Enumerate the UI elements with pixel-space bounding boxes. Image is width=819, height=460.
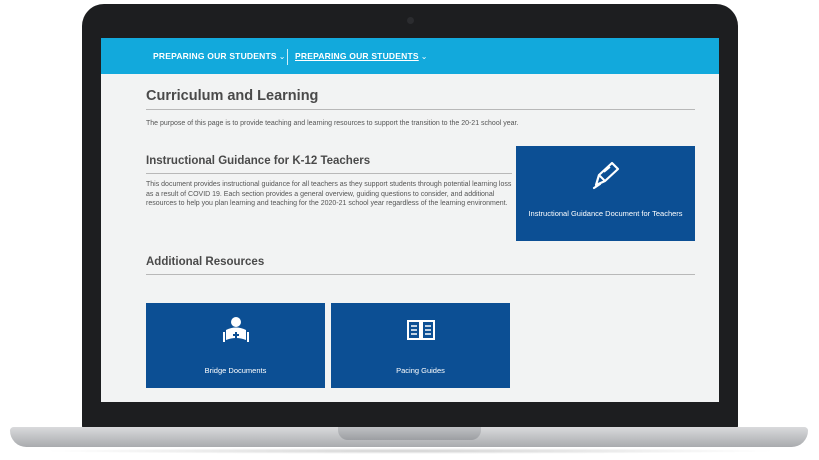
page-title: Curriculum and Learning bbox=[146, 88, 319, 104]
browser-screen: PREPARING OUR STUDENTS ⌄ PREPARING OUR ST… bbox=[101, 38, 719, 402]
nav-item-preparing-students[interactable]: PREPARING OUR STUDENTS ⌄ bbox=[153, 51, 286, 61]
guidance-card-label: Instructional Guidance Document for Teac… bbox=[528, 209, 683, 218]
nav-item-preparing-students-active[interactable]: PREPARING OUR STUDENTS ⌄ bbox=[295, 51, 428, 61]
additional-resources-heading: Additional Resources bbox=[146, 256, 265, 268]
bridge-documents-label: Bridge Documents bbox=[204, 366, 267, 375]
camera-icon bbox=[407, 17, 414, 24]
open-book-icon bbox=[331, 318, 510, 342]
nav-divider bbox=[287, 49, 288, 65]
guidance-description: This document provides instructional gui… bbox=[146, 181, 512, 207]
laptop-shadow bbox=[40, 448, 780, 454]
title-divider bbox=[146, 109, 695, 110]
guidance-divider bbox=[146, 173, 512, 174]
page-intro: The purpose of this page is to provide t… bbox=[146, 120, 519, 127]
guidance-heading: Instructional Guidance for K-12 Teachers bbox=[146, 155, 371, 167]
nav-item-label: PREPARING OUR STUDENTS bbox=[153, 51, 277, 61]
pen-icon bbox=[516, 160, 695, 190]
resources-divider bbox=[146, 274, 695, 275]
chevron-down-icon: ⌄ bbox=[420, 52, 428, 61]
student-reading-icon bbox=[146, 316, 325, 344]
nav-item-label: PREPARING OUR STUDENTS bbox=[295, 51, 419, 61]
top-navigation: PREPARING OUR STUDENTS ⌄ PREPARING OUR ST… bbox=[101, 38, 719, 74]
pacing-guides-label: Pacing Guides bbox=[396, 366, 445, 375]
bridge-documents-card[interactable]: Bridge Documents bbox=[146, 303, 325, 388]
laptop-base-notch bbox=[338, 427, 481, 440]
chevron-down-icon: ⌄ bbox=[278, 52, 286, 61]
pacing-guides-card[interactable]: Pacing Guides bbox=[331, 303, 510, 388]
guidance-document-card[interactable]: Instructional Guidance Document for Teac… bbox=[516, 146, 695, 241]
